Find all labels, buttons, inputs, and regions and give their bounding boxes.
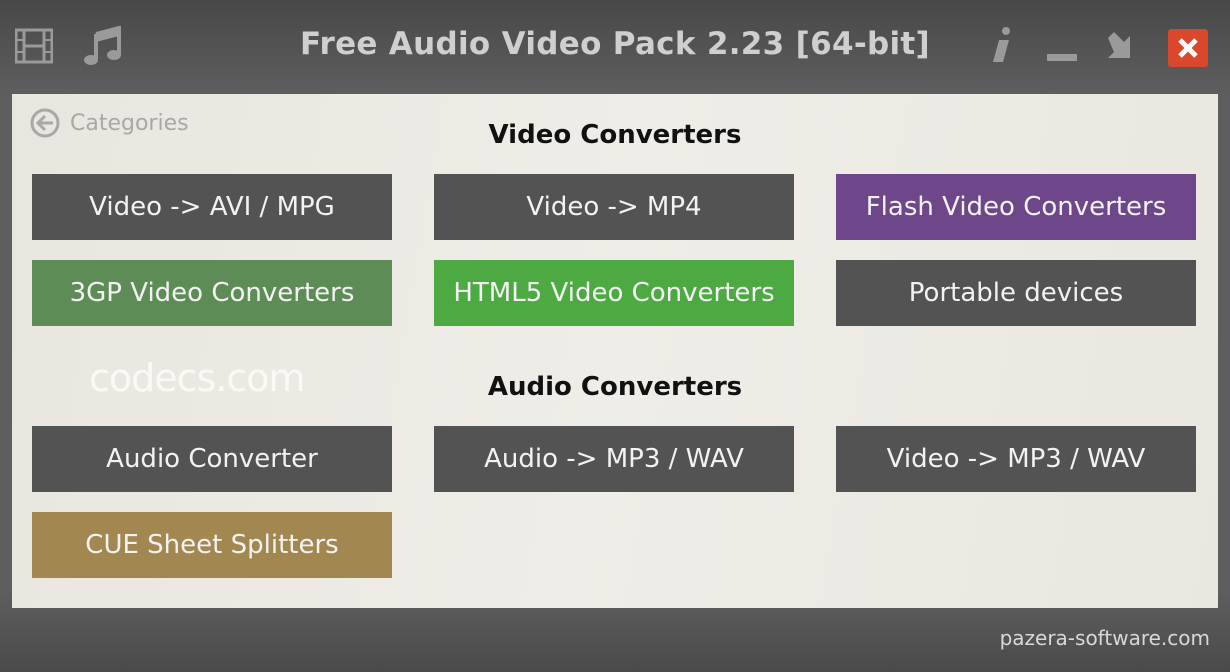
video-converters-heading: Video Converters bbox=[488, 120, 742, 150]
cue-sheet-splitters-button[interactable]: CUE Sheet Splitters bbox=[32, 512, 392, 578]
info-icon[interactable] bbox=[988, 26, 1016, 66]
close-button[interactable] bbox=[1168, 29, 1208, 67]
close-icon bbox=[1178, 38, 1198, 58]
audio-mp3-wav-button[interactable]: Audio -> MP3 / WAV bbox=[434, 426, 794, 492]
app-window: Free Audio Video Pack 2.23 [64-bit] Cate… bbox=[0, 0, 1230, 672]
pazera-software-link[interactable]: pazera-software.com bbox=[1000, 626, 1210, 650]
video-mp4-button[interactable]: Video -> MP4 bbox=[434, 174, 794, 240]
3gp-video-converters-button[interactable]: 3GP Video Converters bbox=[32, 260, 392, 326]
minimize-icon[interactable] bbox=[1044, 26, 1080, 66]
audio-converter-button[interactable]: Audio Converter bbox=[32, 426, 392, 492]
video-mp3-wav-button[interactable]: Video -> MP3 / WAV bbox=[836, 426, 1196, 492]
audio-converters-heading: Audio Converters bbox=[487, 372, 743, 402]
video-avi-mpg-button[interactable]: Video -> AVI / MPG bbox=[32, 174, 392, 240]
restore-icon[interactable] bbox=[1104, 26, 1140, 66]
title-bar[interactable]: Free Audio Video Pack 2.23 [64-bit] bbox=[0, 0, 1230, 94]
flash-video-converters-button[interactable]: Flash Video Converters bbox=[836, 174, 1196, 240]
content-panel: Categories Video Converters Video -> AVI… bbox=[12, 94, 1218, 608]
html5-video-converters-button[interactable]: HTML5 Video Converters bbox=[434, 260, 794, 326]
portable-devices-button[interactable]: Portable devices bbox=[836, 260, 1196, 326]
